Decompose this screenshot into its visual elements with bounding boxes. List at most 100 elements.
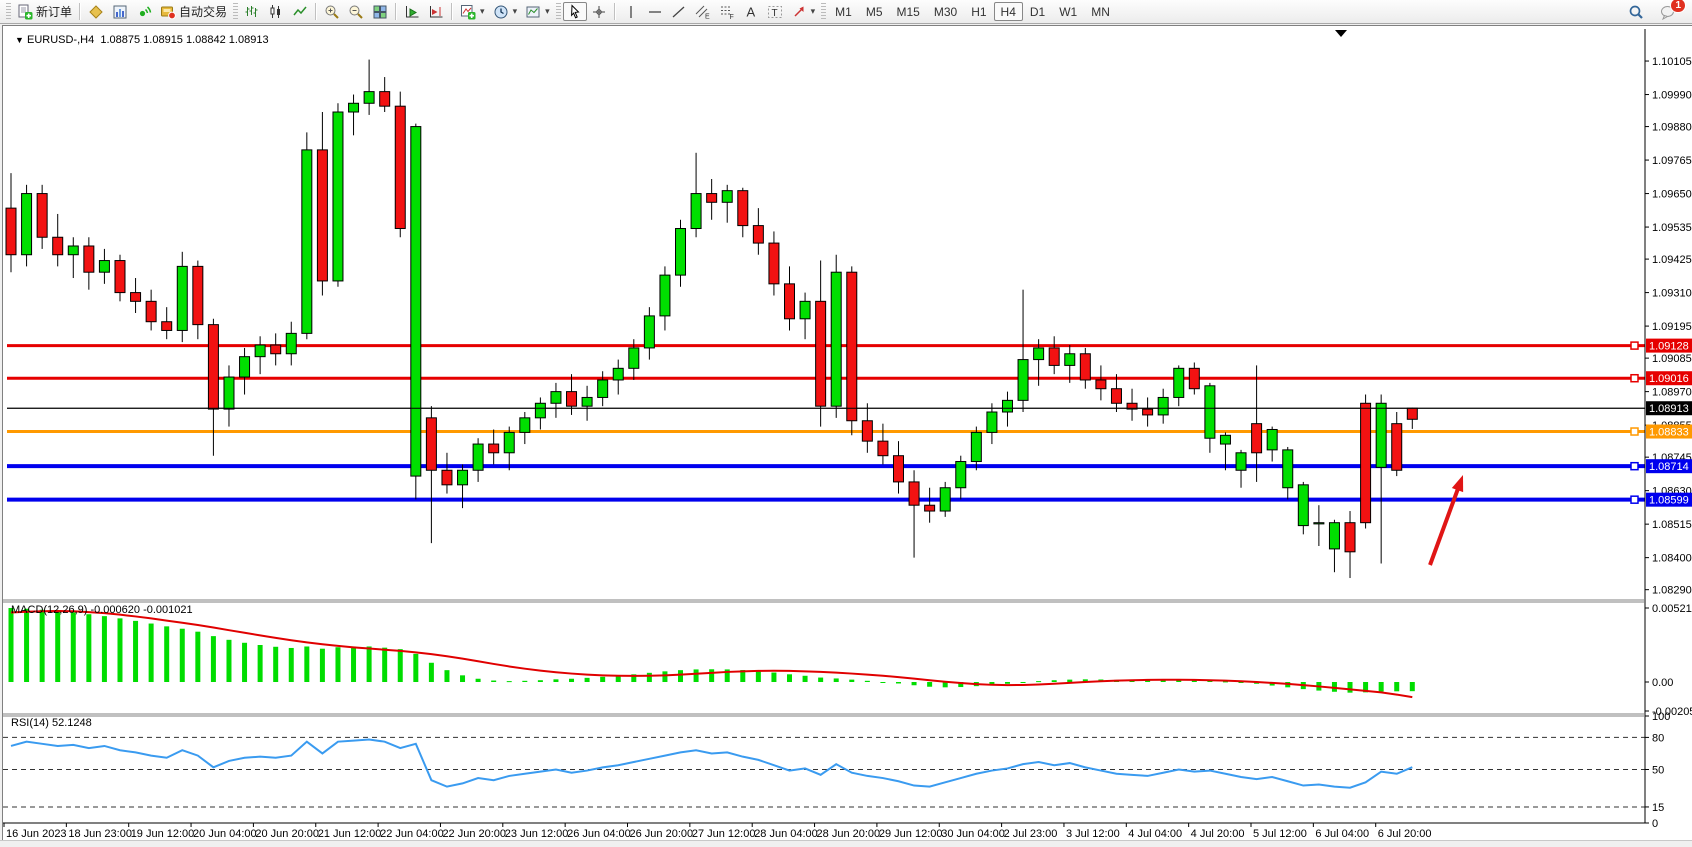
candle-body: [271, 345, 281, 354]
candlestick-chart-button[interactable]: [264, 2, 288, 21]
candle-body: [1267, 429, 1277, 449]
horizontal-line-icon: [647, 4, 663, 20]
macd-bar: [678, 670, 683, 682]
macd-bar: [398, 649, 403, 682]
macd-bar: [787, 674, 792, 682]
timeframe-button-mn[interactable]: MN: [1084, 2, 1117, 21]
vertical-line-button[interactable]: [619, 2, 643, 21]
vertical-line-icon: [623, 4, 639, 20]
candle-body: [1329, 523, 1339, 549]
styler-button[interactable]: [84, 2, 108, 21]
candle-body: [1252, 424, 1262, 453]
arrows-button[interactable]: ▾: [787, 2, 820, 21]
trendline-button[interactable]: [667, 2, 691, 21]
hline-handle-1.09016[interactable]: [1631, 375, 1638, 382]
annotation-arrow[interactable]: [1430, 475, 1463, 565]
price-tick-label: 1.08290: [1652, 585, 1692, 597]
macd-bar: [896, 682, 901, 683]
time-tick-label: 18 Jun 23:00: [68, 828, 132, 840]
toolbar-drag-handle[interactable]: [233, 3, 238, 21]
main-chart-pane[interactable]: [6, 30, 1645, 578]
candle-body: [37, 194, 47, 238]
chevron-down-icon: ▾: [480, 6, 485, 17]
text-label-button[interactable]: T: [763, 2, 787, 21]
auto-scroll-button[interactable]: [400, 2, 424, 21]
hline-handle-1.08599[interactable]: [1631, 496, 1638, 503]
hline-handle-1.08714[interactable]: [1631, 463, 1638, 470]
timeframe-button-m5[interactable]: M5: [859, 2, 890, 21]
zoom-out-icon: [348, 4, 364, 20]
timeframe-button-m1[interactable]: M1: [828, 2, 859, 21]
toolbar-drag-handle[interactable]: [556, 3, 561, 21]
time-tick-label: 6 Jul 20:00: [1378, 828, 1432, 840]
candle-body: [504, 432, 514, 452]
cursor-button[interactable]: [563, 2, 587, 21]
chart-dropdown-marker[interactable]: ▼: [15, 35, 24, 45]
macd-bar: [756, 671, 761, 682]
scroll-position-marker: [1335, 30, 1347, 37]
indicators-button[interactable]: ▾: [456, 2, 489, 21]
macd-tick-label: 0.005211: [1652, 603, 1692, 615]
toolbar-drag-handle[interactable]: [821, 3, 826, 21]
time-tick-label: 5 Jul 12:00: [1253, 828, 1307, 840]
candle-body: [68, 246, 78, 255]
new-order-button[interactable]: 新订单: [13, 2, 76, 21]
time-tick-label: 26 Jun 20:00: [630, 828, 694, 840]
macd-bar: [367, 646, 372, 682]
macd-bar: [709, 669, 714, 682]
time-tick-label: 2 Jul 23:00: [1004, 828, 1058, 840]
crosshair-button[interactable]: [587, 2, 611, 21]
svg-text:T: T: [771, 8, 777, 19]
candle-body: [426, 418, 436, 470]
rsi-pane[interactable]: [3, 737, 1645, 807]
candle-body: [162, 322, 172, 331]
macd-pane[interactable]: [9, 608, 1415, 697]
tile-windows-button[interactable]: [368, 2, 392, 21]
text-button[interactable]: A: [739, 2, 763, 21]
market-depth-button[interactable]: [108, 2, 132, 21]
time-tick-label: 26 Jun 04:00: [567, 828, 631, 840]
periods-icon: [493, 4, 509, 20]
macd-bar: [476, 679, 481, 682]
notifications-button[interactable]: 1: [1656, 2, 1680, 21]
timeframe-button-w1[interactable]: W1: [1052, 2, 1084, 21]
candle-body: [691, 194, 701, 229]
price-tick-label: 1.09195: [1652, 321, 1692, 333]
hline-handle-1.09128[interactable]: [1631, 342, 1638, 349]
chart-shift-button[interactable]: [424, 2, 448, 21]
zoom-in-button[interactable]: [320, 2, 344, 21]
horizontal-line-button[interactable]: [643, 2, 667, 21]
periods-button[interactable]: ▾: [489, 2, 522, 21]
auto-trading-button[interactable]: 自动交易: [156, 2, 231, 21]
bar-chart-button[interactable]: [240, 2, 264, 21]
signals-button[interactable]: [132, 2, 156, 21]
toolbar-drag-handle[interactable]: [6, 3, 11, 21]
search-button[interactable]: [1624, 2, 1648, 21]
timeframe-button-d1[interactable]: D1: [1023, 2, 1052, 21]
candle-body: [1158, 397, 1168, 414]
zoom-out-button[interactable]: [344, 2, 368, 21]
timeframe-button-h1[interactable]: H1: [964, 2, 993, 21]
macd-bar: [1379, 682, 1384, 691]
chart-canvas[interactable]: 1.101051.099901.098801.097651.096501.095…: [3, 26, 1692, 841]
templates-button[interactable]: ▾: [521, 2, 554, 21]
line-chart-button[interactable]: [288, 2, 312, 21]
chart-window[interactable]: 1.101051.099901.098801.097651.096501.095…: [2, 25, 1692, 841]
price-tick-label: 1.10105: [1652, 56, 1692, 68]
candle-body: [349, 103, 359, 112]
timeframe-button-m30[interactable]: M30: [927, 2, 964, 21]
fibonacci-button[interactable]: F: [715, 2, 739, 21]
new-order-icon: [17, 4, 33, 20]
toolbar-separator: [79, 3, 81, 20]
candle-body: [582, 397, 592, 406]
candle-body: [1407, 408, 1417, 419]
signals-icon: [136, 4, 152, 20]
candle-body: [302, 150, 312, 333]
hline-handle-1.08833[interactable]: [1631, 428, 1638, 435]
candle-body: [84, 246, 94, 272]
timeframe-button-h4[interactable]: H4: [994, 2, 1023, 21]
equidistant-channel-button[interactable]: E: [691, 2, 715, 21]
candle-body: [1298, 485, 1308, 526]
timeframe-button-m15[interactable]: M15: [890, 2, 927, 21]
candle-body: [1080, 354, 1090, 380]
